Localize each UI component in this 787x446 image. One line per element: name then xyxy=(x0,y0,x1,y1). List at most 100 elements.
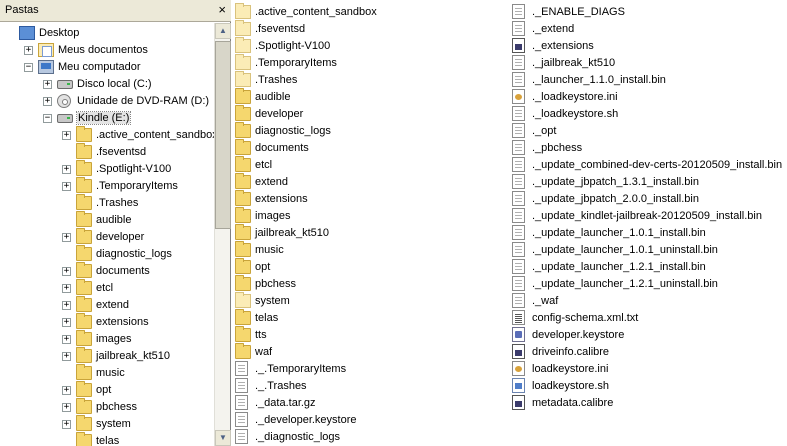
file-list-item[interactable]: developer.keystore xyxy=(512,327,782,344)
tree-node[interactable]: − Meu computador xyxy=(0,59,214,76)
tree-node[interactable]: + Meus documentos xyxy=(0,42,214,59)
expand-icon[interactable]: + xyxy=(43,80,52,89)
tree-node[interactable]: + opt xyxy=(0,381,214,399)
file-list-item[interactable]: etcl xyxy=(235,156,505,174)
tree-node[interactable]: + jailbreak_kt510 xyxy=(0,347,214,365)
file-list-item[interactable]: ._extensions xyxy=(512,38,782,55)
tree-node[interactable]: .fseventsd xyxy=(0,143,214,161)
tree-node[interactable]: Desktop xyxy=(0,25,214,42)
tree-node[interactable]: + etcl xyxy=(0,279,214,297)
file-list-item[interactable]: extensions xyxy=(235,190,505,208)
file-list-item[interactable]: jailbreak_kt510 xyxy=(235,224,505,242)
tree-scrollbar[interactable]: ▲ ▼ xyxy=(214,23,231,446)
file-list-item[interactable]: waf xyxy=(235,343,505,361)
file-list-item[interactable]: metadata.calibre xyxy=(512,395,782,412)
expand-icon[interactable]: + xyxy=(62,352,71,361)
file-list-item[interactable]: music xyxy=(235,241,505,259)
file-list-item[interactable]: .Trashes xyxy=(235,71,505,89)
file-list-item[interactable]: .fseventsd xyxy=(235,20,505,38)
file-list-item[interactable]: developer xyxy=(235,105,505,123)
file-list-item[interactable]: ._ENABLE_DIAGS xyxy=(512,4,782,21)
file-list-item[interactable]: ._opt xyxy=(512,123,782,140)
scroll-down-button[interactable]: ▼ xyxy=(215,430,231,446)
file-list-item[interactable]: system xyxy=(235,292,505,310)
tree-node[interactable]: audible xyxy=(0,211,214,229)
tree-node[interactable]: + pbchess xyxy=(0,398,214,416)
expand-icon[interactable]: + xyxy=(62,403,71,412)
scroll-thumb[interactable] xyxy=(215,41,231,229)
file-list-item[interactable]: telas xyxy=(235,309,505,327)
expand-icon[interactable]: + xyxy=(62,301,71,310)
tree-node[interactable]: music xyxy=(0,364,214,382)
file-list-item[interactable]: ._diagnostic_logs xyxy=(235,429,505,446)
tree-node[interactable]: − Kindle (E:) xyxy=(0,110,214,127)
close-pane-icon[interactable]: × xyxy=(218,2,226,18)
file-list-item[interactable]: documents xyxy=(235,139,505,157)
file-list-item[interactable]: ._update_launcher_1.2.1_uninstall.bin xyxy=(512,276,782,293)
file-list-item[interactable]: driveinfo.calibre xyxy=(512,344,782,361)
file-list-item[interactable]: ._pbchess xyxy=(512,140,782,157)
expand-icon[interactable]: + xyxy=(43,97,52,106)
expand-icon[interactable]: + xyxy=(24,46,33,55)
file-list-item[interactable]: .TemporaryItems xyxy=(235,54,505,72)
tree-node[interactable]: + .TemporaryItems xyxy=(0,177,214,195)
tree-node[interactable]: + Unidade de DVD-RAM (D:) xyxy=(0,93,214,110)
file-list-item[interactable]: tts xyxy=(235,326,505,344)
expand-icon[interactable]: + xyxy=(62,182,71,191)
expand-icon[interactable]: + xyxy=(62,267,71,276)
scroll-up-button[interactable]: ▲ xyxy=(215,23,231,39)
expand-icon[interactable]: + xyxy=(62,318,71,327)
tree-node[interactable]: diagnostic_logs xyxy=(0,245,214,263)
file-list-item[interactable]: ._launcher_1.1.0_install.bin xyxy=(512,72,782,89)
file-list-item[interactable]: .active_content_sandbox xyxy=(235,3,505,21)
expand-icon[interactable]: + xyxy=(62,131,71,140)
file-list-item[interactable]: ._loadkeystore.ini xyxy=(512,89,782,106)
file-list-item[interactable]: ._waf xyxy=(512,293,782,310)
file-list-item[interactable]: ._update_jbpatch_2.0.0_install.bin xyxy=(512,191,782,208)
file-list-item[interactable]: ._extend xyxy=(512,21,782,38)
tree-node[interactable]: + .active_content_sandbox xyxy=(0,126,214,144)
tree-node[interactable]: + documents xyxy=(0,262,214,280)
file-list-item[interactable]: config-schema.xml.txt xyxy=(512,310,782,327)
file-list-item[interactable]: ._update_launcher_1.0.1_uninstall.bin xyxy=(512,242,782,259)
file-list-item[interactable]: ._developer.keystore xyxy=(235,412,505,429)
expand-icon[interactable]: + xyxy=(62,386,71,395)
tree-node[interactable]: .Trashes xyxy=(0,194,214,212)
folder-icon xyxy=(235,326,251,342)
expand-icon[interactable]: + xyxy=(62,165,71,174)
expand-icon[interactable]: + xyxy=(62,335,71,344)
expand-icon[interactable]: + xyxy=(62,284,71,293)
collapse-icon[interactable]: − xyxy=(43,114,52,123)
file-list-item[interactable]: ._update_combined-dev-certs-20120509_ins… xyxy=(512,157,782,174)
file-list-item[interactable]: extend xyxy=(235,173,505,191)
tree-node[interactable]: + developer xyxy=(0,228,214,246)
file-list-item[interactable]: ._data.tar.gz xyxy=(235,395,505,412)
tree-node[interactable]: + extensions xyxy=(0,313,214,331)
tree-node[interactable]: + .Spotlight-V100 xyxy=(0,160,214,178)
file-list-item[interactable]: ._update_launcher_1.2.1_install.bin xyxy=(512,259,782,276)
tree-node[interactable]: + extend xyxy=(0,296,214,314)
file-list-item[interactable]: images xyxy=(235,207,505,225)
tree-node[interactable]: + system xyxy=(0,415,214,433)
tree-node[interactable]: telas xyxy=(0,432,214,446)
tree-node[interactable]: + images xyxy=(0,330,214,348)
file-list-item[interactable]: ._update_launcher_1.0.1_install.bin xyxy=(512,225,782,242)
file-list-item[interactable]: diagnostic_logs xyxy=(235,122,505,140)
tree-node-label: Meus documentos xyxy=(58,44,148,56)
expand-icon[interactable]: + xyxy=(62,233,71,242)
file-list-item[interactable]: ._update_kindlet-jailbreak-20120509_inst… xyxy=(512,208,782,225)
file-list-item[interactable]: loadkeystore.sh xyxy=(512,378,782,395)
file-list-item[interactable]: ._update_jbpatch_1.3.1_install.bin xyxy=(512,174,782,191)
file-list-item[interactable]: .Spotlight-V100 xyxy=(235,37,505,55)
file-list-item[interactable]: ._.TemporaryItems xyxy=(235,361,505,378)
file-list-item[interactable]: ._.Trashes xyxy=(235,378,505,395)
collapse-icon[interactable]: − xyxy=(24,63,33,72)
file-list-item[interactable]: opt xyxy=(235,258,505,276)
file-list-item[interactable]: loadkeystore.ini xyxy=(512,361,782,378)
file-list-item[interactable]: ._loadkeystore.sh xyxy=(512,106,782,123)
file-list-item[interactable]: audible xyxy=(235,88,505,106)
file-list-item[interactable]: pbchess xyxy=(235,275,505,293)
tree-node[interactable]: + Disco local (C:) xyxy=(0,76,214,93)
expand-icon[interactable]: + xyxy=(62,420,71,429)
file-list-item[interactable]: ._jailbreak_kt510 xyxy=(512,55,782,72)
